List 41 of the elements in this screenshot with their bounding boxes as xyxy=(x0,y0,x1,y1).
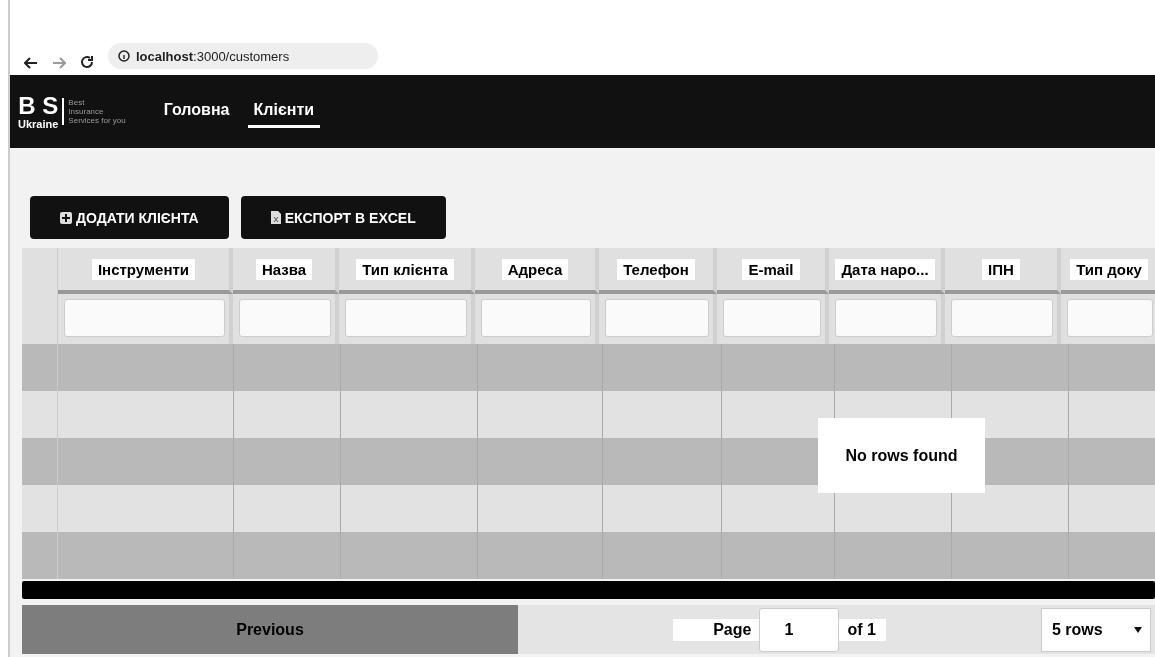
filter-field[interactable] xyxy=(481,299,591,337)
logo-letters: B S xyxy=(18,93,59,118)
rows-select[interactable]: 5 rows xyxy=(1041,607,1151,652)
caret-icon xyxy=(1134,626,1142,633)
filter-field[interactable] xyxy=(239,299,331,337)
column-header[interactable]: ІПН xyxy=(945,248,1061,294)
filter-field[interactable] xyxy=(605,299,709,337)
page-count: of 1 xyxy=(847,620,876,639)
column-header[interactable]: Дата наро... xyxy=(829,248,945,294)
filter-field[interactable] xyxy=(723,299,821,337)
page-field[interactable]: 1 xyxy=(759,607,840,652)
column-header[interactable]: Тип клієнта xyxy=(339,248,475,294)
column-header[interactable]: Тип доку xyxy=(1061,248,1155,294)
previous-button[interactable]: Previous xyxy=(22,605,518,654)
page-label: Page xyxy=(713,620,752,639)
filter-field[interactable] xyxy=(835,299,937,337)
logo-tagline: Best Insurance Services for you xyxy=(62,98,126,125)
column-header[interactable]: E-mail xyxy=(717,248,829,294)
column-header[interactable]: Телефон xyxy=(599,248,717,294)
filter-field[interactable] xyxy=(1067,299,1153,337)
filter-field[interactable] xyxy=(951,299,1053,337)
export-button[interactable]: ЕКСПОРТ В EXCEL xyxy=(240,196,446,239)
forward-icon[interactable] xyxy=(52,57,66,69)
column-header[interactable]: Адреса xyxy=(475,248,599,294)
empty-message: No rows found xyxy=(818,418,985,493)
nav-link[interactable]: Головна xyxy=(157,95,236,128)
plus-icon xyxy=(60,211,72,224)
address-bar[interactable]: localhost:3000/customers xyxy=(108,43,378,69)
reload-icon[interactable] xyxy=(80,55,94,69)
spreadsheet-file-icon xyxy=(270,211,281,224)
corner-cell xyxy=(22,248,58,294)
filter-field[interactable] xyxy=(64,299,225,337)
nav-link[interactable]: Клієнти xyxy=(247,95,321,128)
add-button[interactable]: ДОДАТИ КЛІЄНТА xyxy=(30,196,229,239)
horizontal-scrollbar[interactable] xyxy=(22,581,1155,599)
filter-field[interactable] xyxy=(345,299,467,337)
back-icon[interactable] xyxy=(24,57,38,69)
column-header[interactable]: Назва xyxy=(233,248,339,294)
column-header[interactable]: Інструменти xyxy=(58,248,233,294)
info-icon xyxy=(118,50,130,62)
logo-subtitle: Ukraine xyxy=(18,117,59,130)
